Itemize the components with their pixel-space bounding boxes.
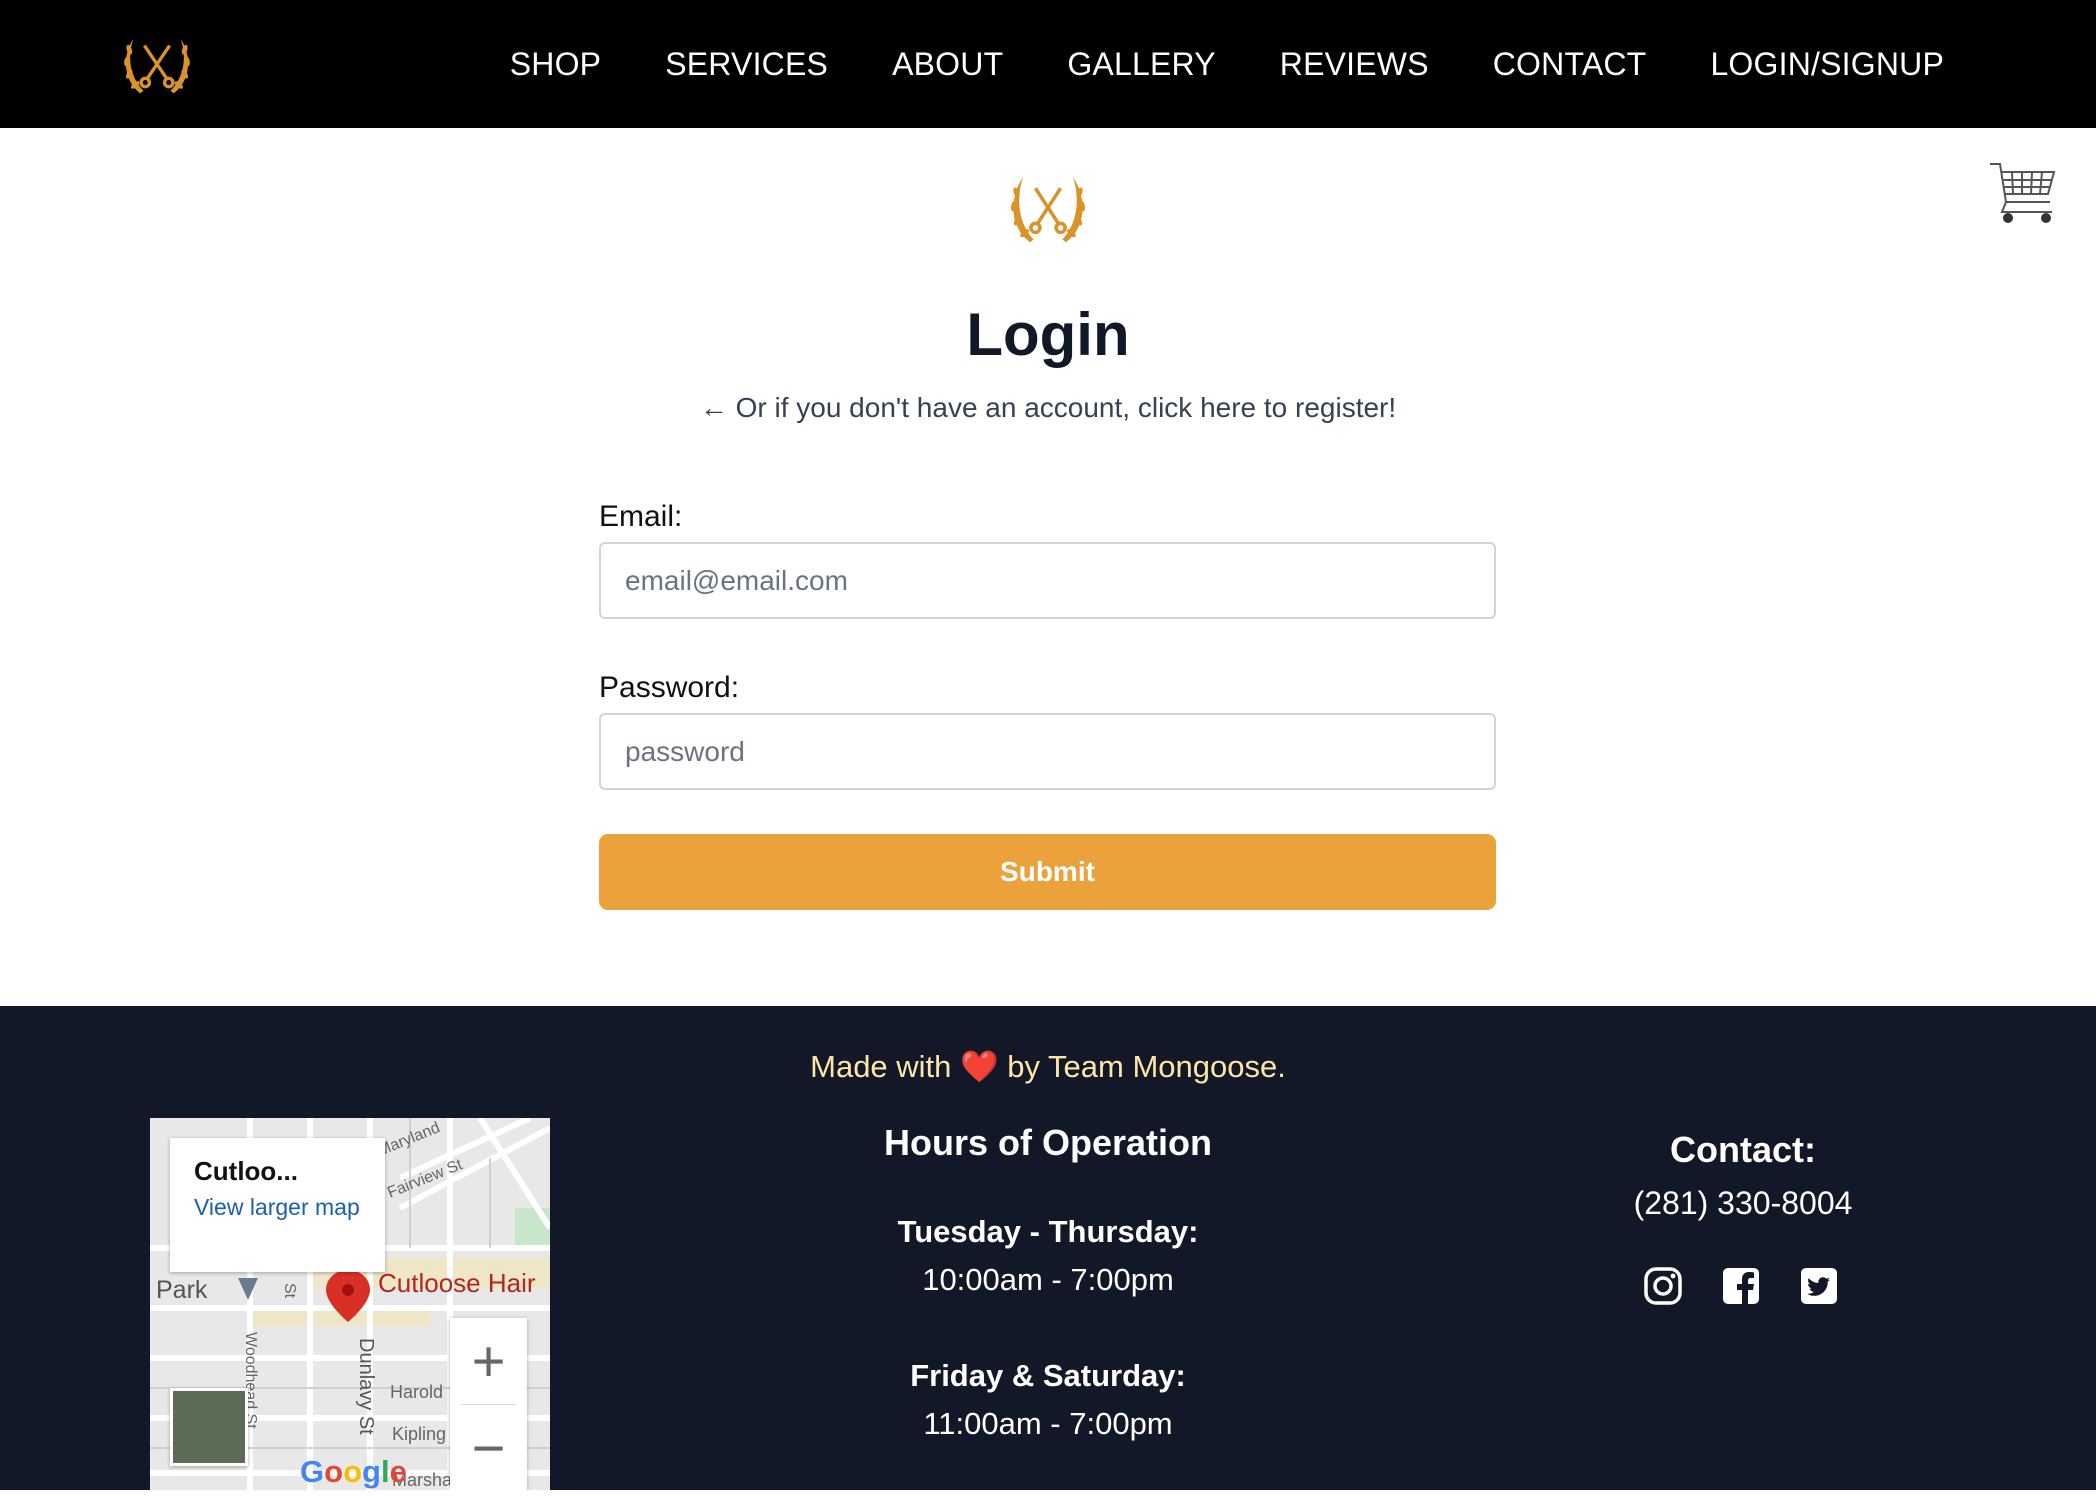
scissors-laurel-logo-icon xyxy=(1010,177,1086,243)
email-label: Email: xyxy=(599,500,683,533)
nav-services[interactable]: SERVICES xyxy=(665,46,828,83)
view-larger-map-link[interactable]: View larger map xyxy=(194,1193,361,1221)
password-field[interactable] xyxy=(599,713,1496,790)
social-links xyxy=(1643,1266,1843,1306)
map-place-label[interactable]: Cutloose Hair xyxy=(378,1268,536,1299)
nav-about[interactable]: ABOUT xyxy=(892,46,1003,83)
nav-login-signup[interactable]: LOGIN/SIGNUP xyxy=(1710,46,1944,83)
svg-text:St: St xyxy=(281,1283,298,1299)
password-group: Password: xyxy=(599,671,1496,790)
contact-title: Contact: xyxy=(1670,1129,1816,1170)
nav-gallery[interactable]: GALLERY xyxy=(1067,46,1215,83)
login-form: Email: Password: xyxy=(599,500,1496,842)
hours-day: Tuesday - Thursday: xyxy=(897,1214,1199,1249)
navbar: SHOP SERVICES ABOUT GALLERY REVIEWS CONT… xyxy=(0,0,2096,128)
zoom-out-button[interactable]: − xyxy=(450,1405,527,1490)
email-group: Email: xyxy=(599,500,1496,619)
embedded-map[interactable]: Park Maryland Fairview St Woodhead St Du… xyxy=(150,1118,550,1490)
instagram-icon[interactable] xyxy=(1643,1266,1683,1306)
contact-section: Contact: (281) 330-8004 xyxy=(1543,1122,1943,1228)
register-link[interactable]: ← Or if you don't have an account, click… xyxy=(0,392,2096,424)
hours-time: 10:00am - 7:00pm xyxy=(922,1262,1174,1297)
made-with-text: Made with ❤️ by Team Mongoose. xyxy=(0,1048,2096,1085)
hours-section: Hours of Operation Tuesday - Thursday: 1… xyxy=(748,1122,1348,1496)
satellite-toggle[interactable] xyxy=(170,1388,248,1466)
nav-links: SHOP SERVICES ABOUT GALLERY REVIEWS CONT… xyxy=(446,0,1944,128)
svg-text:Kipling: Kipling xyxy=(392,1424,446,1444)
made-with-prefix: Made with xyxy=(810,1049,961,1084)
made-with-suffix: by Team Mongoose. xyxy=(998,1049,1286,1084)
svg-text:Harold: Harold xyxy=(390,1382,443,1402)
hours-time: 11:00am - 7:00pm xyxy=(923,1406,1173,1441)
submit-button[interactable]: Submit xyxy=(599,834,1496,910)
page-title: Login xyxy=(966,301,1130,368)
heart-icon: ❤️ xyxy=(960,1049,999,1084)
scissors-laurel-logo-icon[interactable] xyxy=(115,22,199,106)
twitter-icon[interactable] xyxy=(1799,1266,1839,1306)
map-info-card: Cutloo... View larger map xyxy=(170,1138,385,1272)
shopping-cart-icon[interactable] xyxy=(1988,158,2058,226)
svg-text:Park: Park xyxy=(156,1276,208,1304)
hours-day: Friday & Saturday: xyxy=(910,1358,1186,1393)
map-zoom-controls: + − xyxy=(450,1318,527,1490)
nav-shop[interactable]: SHOP xyxy=(510,46,602,83)
facebook-icon[interactable] xyxy=(1721,1266,1761,1306)
contact-phone[interactable]: (281) 330-8004 xyxy=(1543,1178,1943,1228)
password-label: Password: xyxy=(599,671,740,704)
zoom-in-button[interactable]: + xyxy=(450,1318,527,1404)
hours-title: Hours of Operation xyxy=(883,1122,1212,1163)
footer: Made with ❤️ by Team Mongoose. Park Mary… xyxy=(0,1006,2096,1490)
email-field[interactable] xyxy=(599,542,1496,619)
nav-contact[interactable]: CONTACT xyxy=(1493,46,1647,83)
nav-reviews[interactable]: REVIEWS xyxy=(1280,46,1429,83)
map-card-title: Cutloo... xyxy=(194,1156,298,1186)
google-logo: Google xyxy=(300,1454,407,1489)
svg-text:Dunlavy St: Dunlavy St xyxy=(355,1338,377,1435)
